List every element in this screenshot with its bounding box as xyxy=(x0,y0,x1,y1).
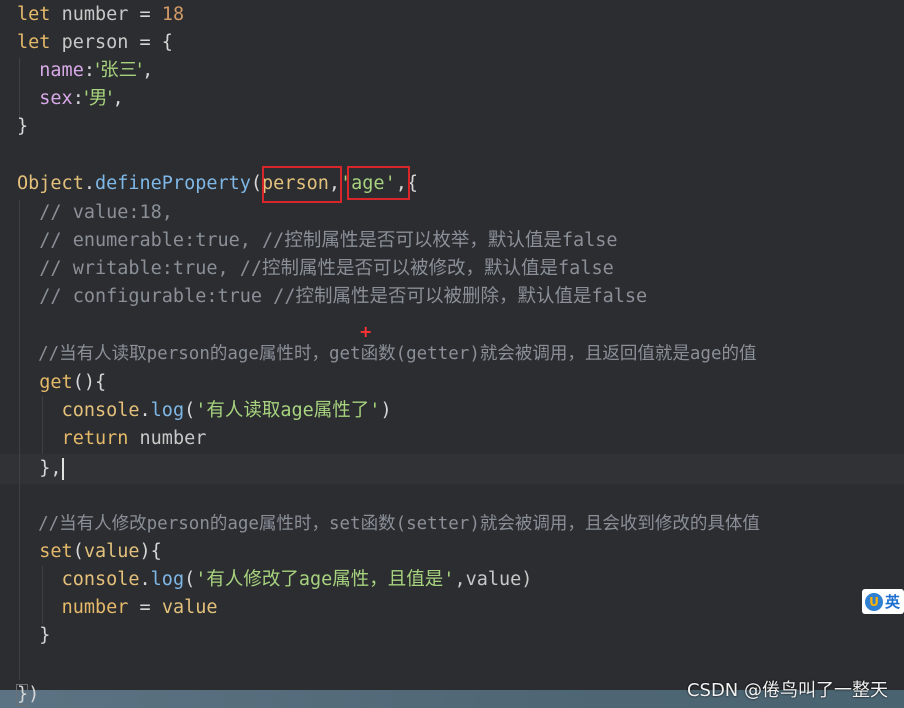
parameter: value xyxy=(83,541,140,562)
code-line-8[interactable]: // value:18, xyxy=(17,199,173,227)
method-name: log xyxy=(150,400,185,421)
identifier: number xyxy=(61,4,129,25)
code-line-11[interactable]: // configurable:true //控制属性是否可以被删除，默认值是f… xyxy=(17,283,647,311)
colon: : xyxy=(83,60,95,81)
code-line-15[interactable]: console.log('有人读取age属性了') xyxy=(17,397,392,425)
comment: // writable:true, //控制属性是否可以被修改，默认值是fals… xyxy=(39,258,614,279)
active-line-highlight xyxy=(0,454,904,484)
paren: ) xyxy=(380,400,392,421)
code-line-13[interactable]: //当有人读取person的age属性时，get函数(getter)就会被调用，… xyxy=(17,340,756,368)
identifier: person xyxy=(61,32,129,53)
property-key: name xyxy=(39,60,84,81)
comma: , xyxy=(142,60,154,81)
identifier: number xyxy=(61,597,129,618)
closing-brace: }, xyxy=(39,458,62,479)
identifier: console xyxy=(61,400,140,421)
text-caret xyxy=(62,458,64,480)
operator: (){ xyxy=(72,372,107,393)
code-line-19[interactable]: //当有人修改person的age属性时，set函数(setter)就会被调用，… xyxy=(17,510,760,538)
paren: ( xyxy=(250,173,263,194)
operator: = xyxy=(128,597,162,618)
highlight-box-age xyxy=(347,166,410,200)
string-literal: '有人修改了age属性，且值是' xyxy=(195,569,455,590)
identifier: number xyxy=(128,428,207,449)
ime-mode-label: 英 xyxy=(885,593,901,611)
keyword: let xyxy=(17,4,51,25)
property-key: sex xyxy=(39,88,73,109)
code-line-20[interactable]: set(value){ xyxy=(17,538,162,566)
string-literal: '男' xyxy=(83,88,113,109)
comma: , xyxy=(112,88,124,109)
string-literal: '张三' xyxy=(94,60,143,81)
code-line-4[interactable]: sex:'男', xyxy=(17,85,124,113)
dot: . xyxy=(83,173,95,194)
operator: = xyxy=(128,4,162,25)
identifier: Object xyxy=(17,173,84,194)
keyword: let xyxy=(17,32,51,53)
mouse-cursor-icon: + xyxy=(359,322,373,341)
method-name: defineProperty xyxy=(94,173,251,194)
string-literal: '有人读取age属性了' xyxy=(195,400,381,421)
code-line-9[interactable]: // enumerable:true, //控制属性是否可以枚举，默认值是fal… xyxy=(17,227,618,255)
comment: //当有人读取person的age属性时，get函数(getter)就会被调用，… xyxy=(38,344,757,364)
code-line-5[interactable]: } xyxy=(17,113,28,141)
ime-indicator[interactable]: U 英 xyxy=(862,589,904,614)
dot: . xyxy=(139,569,151,590)
comment: // value:18, xyxy=(39,202,173,223)
closing-brace: } xyxy=(39,625,51,646)
keyword: set xyxy=(39,541,73,562)
code-line-1[interactable]: let number = 18 xyxy=(17,1,184,29)
operator: ){ xyxy=(139,541,162,562)
identifier: value xyxy=(161,597,218,618)
paren: ( xyxy=(184,400,196,421)
code-line-21[interactable]: console.log('有人修改了age属性，且值是',value) xyxy=(17,566,533,594)
code-line-10[interactable]: // writable:true, //控制属性是否可以被修改，默认值是fals… xyxy=(17,255,614,283)
comment: //当有人修改person的age属性时，set函数(setter)就会被调用，… xyxy=(38,514,760,534)
paren: ( xyxy=(184,569,196,590)
code-editor[interactable]: let number = 18 let person = { name:'张三'… xyxy=(0,0,904,708)
bracket-match-highlight xyxy=(16,684,28,706)
keyword: return xyxy=(61,428,129,449)
code-line-16[interactable]: return number xyxy=(17,425,207,453)
method-name: log xyxy=(150,569,185,590)
operator: = { xyxy=(128,32,173,53)
identifier: console xyxy=(61,569,140,590)
code-line-2[interactable]: let person = { xyxy=(17,29,173,57)
number-literal: 18 xyxy=(161,4,185,25)
comment: // configurable:true //控制属性是否可以被删除，默认值是f… xyxy=(39,286,648,307)
comment: // enumerable:true, //控制属性是否可以枚举，默认值是fal… xyxy=(39,230,618,251)
highlight-box-person xyxy=(262,166,342,203)
code-line-3[interactable]: name:'张三', xyxy=(17,57,153,85)
code-line-17[interactable]: }, xyxy=(17,455,62,483)
code-line-23[interactable]: } xyxy=(17,622,50,650)
code-line-14[interactable]: get(){ xyxy=(17,369,106,397)
keyword: get xyxy=(39,372,73,393)
closing-brace: } xyxy=(17,116,29,137)
colon: : xyxy=(72,88,84,109)
watermark: CSDN @倦鸟叫了一整天 xyxy=(686,680,888,701)
identifier: ,value) xyxy=(454,569,533,590)
dot: . xyxy=(139,400,151,421)
paren: ( xyxy=(72,541,84,562)
code-line-22[interactable]: number = value xyxy=(17,594,218,622)
ime-logo-icon: U xyxy=(865,592,883,611)
